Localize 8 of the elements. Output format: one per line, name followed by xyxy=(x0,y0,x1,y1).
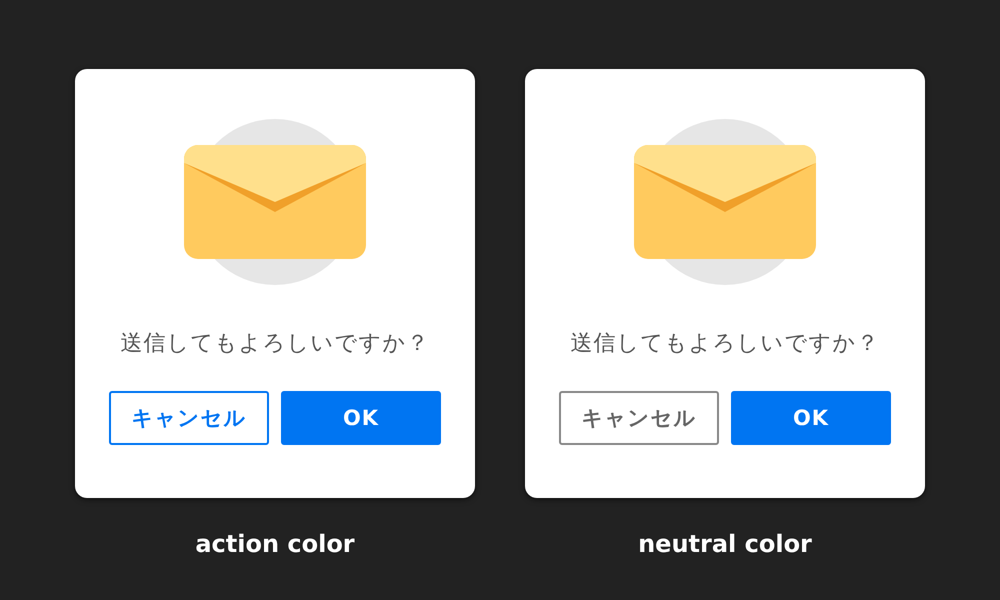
ok-button[interactable]: OK xyxy=(281,391,441,445)
cancel-button[interactable]: キャンセル xyxy=(109,391,269,445)
dialog-message: 送信してもよろしいですか？ xyxy=(120,330,430,358)
ok-button[interactable]: OK xyxy=(731,391,891,445)
cancel-button[interactable]: キャンセル xyxy=(559,391,719,445)
caption: action color xyxy=(195,529,355,560)
dialog-message: 送信してもよろしいですか？ xyxy=(570,330,880,358)
caption: neutral color xyxy=(638,529,812,560)
